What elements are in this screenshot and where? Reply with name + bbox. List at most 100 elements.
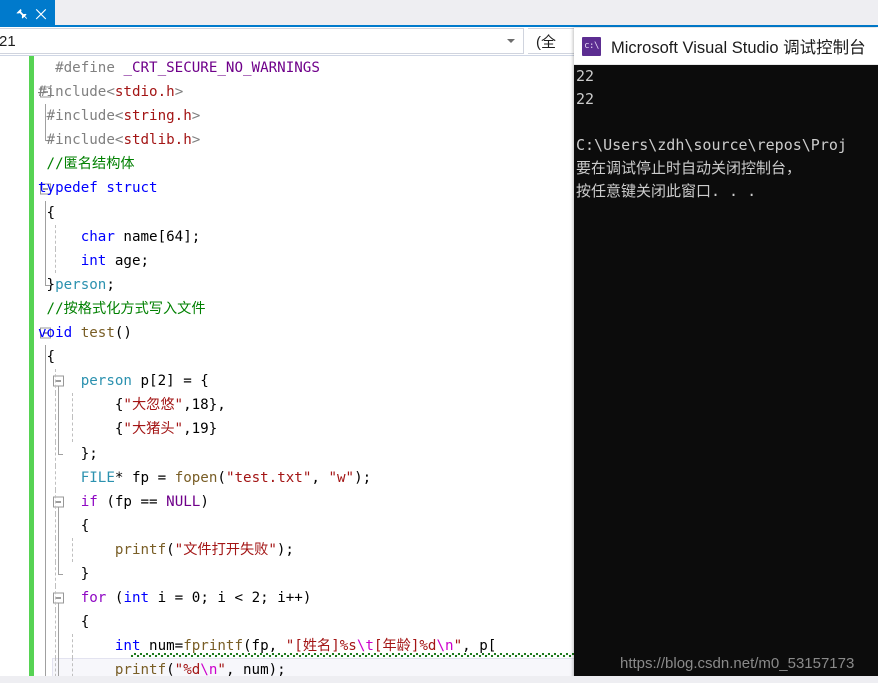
code-token: 19: [191, 421, 209, 438]
code-token: "[姓名]%s: [285, 638, 357, 655]
code-line-text: FILE* fp = fopen("test.txt", "w");: [38, 466, 371, 490]
code-token: 18: [191, 397, 209, 414]
code-line-text: {: [38, 345, 56, 369]
code-token: ,: [311, 469, 329, 486]
change-indicator-bar: [29, 128, 34, 153]
code-token: int: [80, 252, 107, 269]
code-token: #define: [55, 60, 115, 76]
change-indicator-bar: [29, 248, 34, 273]
code-line-text: #define _CRT_SECURE_NO_WARNINGS: [38, 56, 320, 80]
code-token: NULL: [166, 493, 201, 510]
change-indicator-bar: [29, 176, 34, 201]
code-token: (: [166, 541, 175, 558]
change-indicator-bar: [29, 393, 34, 418]
code-token: //按格式化方式写入文件: [38, 300, 206, 317]
code-line-text: {: [38, 201, 56, 225]
code-token: ];: [183, 228, 201, 245]
code-token: typedef: [38, 180, 98, 197]
code-token: ,: [183, 421, 192, 438]
code-token: struct: [106, 180, 158, 197]
code-line-text: }: [38, 562, 90, 586]
scope-dropdown[interactable]: 21: [0, 28, 524, 54]
change-indicator-bar: [29, 80, 34, 105]
code-token: char: [80, 228, 115, 245]
error-squiggle-underline: [130, 653, 580, 658]
console-line: 按任意键关闭此窗口. . .: [576, 182, 757, 200]
code-token: 2: [251, 590, 261, 607]
change-indicator-bar: [29, 321, 34, 346]
change-indicator-bar: [29, 56, 34, 81]
code-line-text: for (int i = 0; i < 2; i++): [38, 586, 312, 610]
close-icon[interactable]: [33, 6, 49, 22]
change-indicator-bar: [29, 104, 34, 129]
code-line-text: int age;: [38, 249, 149, 273]
tab-strip-empty-area: [55, 0, 878, 27]
code-token: \n: [436, 638, 454, 655]
code-token: "文件打开失败": [174, 541, 277, 558]
code-token: {: [38, 349, 56, 366]
code-token: >: [191, 132, 201, 149]
code-token: <: [106, 84, 115, 101]
code-token: [年龄]%d: [373, 638, 437, 655]
code-token: * fp =: [114, 469, 175, 486]
change-indicator-bar: [29, 441, 34, 466]
code-line-text: typedef struct: [38, 176, 158, 200]
console-title-bar[interactable]: c:\ Microsoft Visual Studio 调试控制台: [574, 28, 878, 65]
code-token: #include: [46, 132, 115, 149]
console-line: 22: [576, 67, 595, 85]
debug-console-window[interactable]: c:\ Microsoft Visual Studio 调试控制台 22 22 C:…: [574, 28, 878, 683]
code-line-text: //按格式化方式写入文件: [38, 297, 206, 321]
code-token: #include: [46, 108, 115, 125]
chevron-down-icon[interactable]: [507, 39, 515, 43]
code-line-text: //匿名结构体: [38, 152, 135, 176]
code-line-text: {"大忽悠",18},: [38, 393, 226, 417]
code-token: {: [38, 204, 56, 221]
console-output[interactable]: 22 22 C:\Users\zdh\source\repos\Proj 要在调试停止…: [574, 65, 878, 683]
code-token: );: [354, 469, 372, 486]
code-token: ": [453, 638, 463, 655]
scope-dropdown-value: 21: [0, 32, 16, 50]
code-token: {: [38, 397, 124, 414]
code-token: ;: [106, 276, 115, 293]
code-token: fprintf: [183, 638, 244, 655]
code-token: (: [217, 469, 226, 486]
code-token: string.h: [123, 108, 192, 125]
code-token: },: [208, 397, 226, 414]
code-token: (): [114, 325, 132, 342]
code-token: FILE: [80, 469, 115, 486]
code-token: for: [80, 590, 107, 607]
code-token: {: [38, 517, 90, 534]
member-dropdown-value: (全: [536, 33, 556, 51]
editor-tab-strip: [0, 0, 878, 27]
code-token: p[: [131, 373, 158, 390]
active-editor-tab[interactable]: [0, 0, 55, 27]
console-app-icon: c:\: [582, 36, 601, 56]
code-token: stdlib.h: [123, 132, 192, 149]
code-token: "大猪头": [123, 421, 184, 438]
code-token: );: [276, 541, 294, 558]
code-token: (: [106, 590, 124, 607]
code-token: "大忽悠": [123, 397, 184, 414]
code-token: }: [38, 565, 90, 582]
code-line-text: {: [38, 610, 90, 634]
change-indicator-bar: [29, 561, 34, 587]
pin-icon[interactable]: [14, 6, 30, 22]
code-token: >: [174, 84, 184, 101]
code-token: , p[: [462, 638, 497, 655]
code-token: int: [114, 638, 141, 655]
console-title-text: Microsoft Visual Studio 调试控制台: [611, 39, 866, 57]
code-line-text: #include<string.h>: [38, 104, 201, 128]
code-token: {: [38, 421, 124, 438]
code-token: fopen: [174, 469, 218, 486]
code-token: stdio.h: [114, 84, 175, 101]
code-token: (fp,: [243, 638, 286, 655]
change-indicator-bar: [29, 634, 34, 659]
